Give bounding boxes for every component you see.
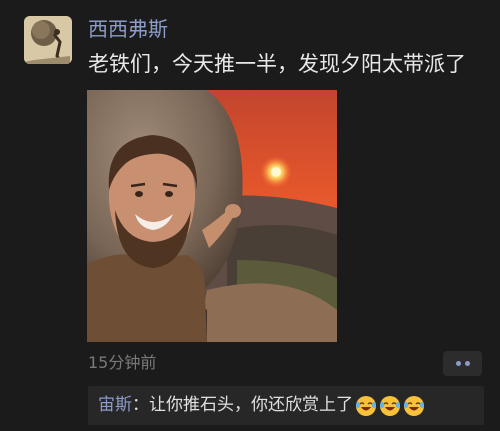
- post-photo[interactable]: [87, 90, 337, 342]
- comment-text[interactable]: 让你推石头，你还欣赏上了: [149, 394, 353, 417]
- post-author-name[interactable]: 西西弗斯: [88, 16, 168, 42]
- comment-separator: ：: [132, 395, 149, 415]
- comments-panel: 宙斯 ： 让你推石头，你还欣赏上了: [88, 386, 484, 425]
- more-dots-icon: [455, 361, 461, 366]
- more-options-button[interactable]: [443, 351, 482, 376]
- laughing-tears-emoji-icon: [403, 395, 425, 417]
- laughing-tears-emoji-icon: [355, 395, 377, 417]
- selfie-sunset-boulder-photo: [87, 90, 337, 342]
- laughing-tears-emoji-icon: [379, 395, 401, 417]
- post-text: 老铁们，今天推一半，发现夕阳太带派了: [88, 52, 466, 76]
- post-time: 15分钟前: [88, 353, 157, 372]
- more-dots-icon: [464, 361, 470, 366]
- moments-post: 西西弗斯 老铁们，今天推一半，发现夕阳太带派了 15分钟前 宙斯 ： 让你推石头…: [0, 0, 500, 431]
- comment-item: 宙斯 ： 让你推石头，你还欣赏上了: [98, 394, 425, 417]
- comment-author[interactable]: 宙斯: [98, 394, 132, 417]
- sisyphus-avatar-icon: [24, 16, 72, 64]
- avatar[interactable]: [24, 16, 72, 64]
